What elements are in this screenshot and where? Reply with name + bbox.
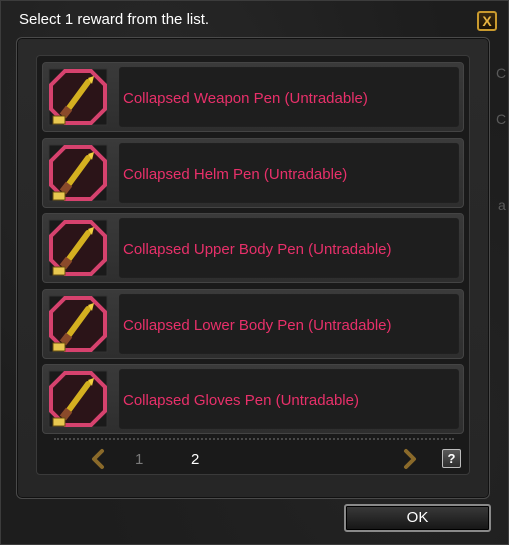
close-button[interactable]: X <box>477 11 497 31</box>
pen-icon <box>48 144 108 202</box>
pen-icon <box>48 219 108 277</box>
reward-name-box: Collapsed Upper Body Pen (Untradable) <box>119 218 459 278</box>
reward-item[interactable]: Collapsed Gloves Pen (Untradable) <box>42 364 464 434</box>
reward-selection-window: C C a Select 1 reward from the list. X C… <box>0 0 509 545</box>
reward-item[interactable]: Collapsed Lower Body Pen (Untradable) <box>42 289 464 359</box>
reward-name-box: Collapsed Gloves Pen (Untradable) <box>119 369 459 429</box>
reward-name-box: Collapsed Lower Body Pen (Untradable) <box>119 294 459 354</box>
reward-item[interactable]: Collapsed Upper Body Pen (Untradable) <box>42 213 464 283</box>
pen-icon <box>48 295 108 353</box>
pen-icon <box>48 68 108 126</box>
reward-item[interactable]: Collapsed Helm Pen (Untradable) <box>42 138 464 208</box>
chevron-left-icon[interactable] <box>89 448 107 470</box>
background-fragment: a <box>498 197 506 213</box>
page-link-2-current[interactable]: 2 <box>191 451 199 468</box>
page-link-1[interactable]: 1 <box>135 451 143 468</box>
reward-name: Collapsed Helm Pen (Untradable) <box>123 166 348 183</box>
reward-name: Collapsed Upper Body Pen (Untradable) <box>123 241 392 258</box>
chevron-right-icon[interactable] <box>401 448 419 470</box>
reward-name: Collapsed Weapon Pen (Untradable) <box>123 90 368 107</box>
reward-name-box: Collapsed Helm Pen (Untradable) <box>119 143 459 203</box>
reward-name-box: Collapsed Weapon Pen (Untradable) <box>119 67 459 127</box>
background-fragment: C <box>496 111 507 127</box>
background-fragment: C <box>496 65 507 81</box>
reward-name: Collapsed Lower Body Pen (Untradable) <box>123 317 392 334</box>
reward-name: Collapsed Gloves Pen (Untradable) <box>123 392 359 409</box>
reward-item[interactable]: Collapsed Weapon Pen (Untradable) <box>42 62 464 132</box>
ok-button[interactable]: OK <box>344 504 491 532</box>
pen-icon <box>48 370 108 428</box>
help-button[interactable]: ? <box>442 449 461 468</box>
divider <box>54 438 454 440</box>
window-title: Select 1 reward from the list. <box>19 11 210 28</box>
